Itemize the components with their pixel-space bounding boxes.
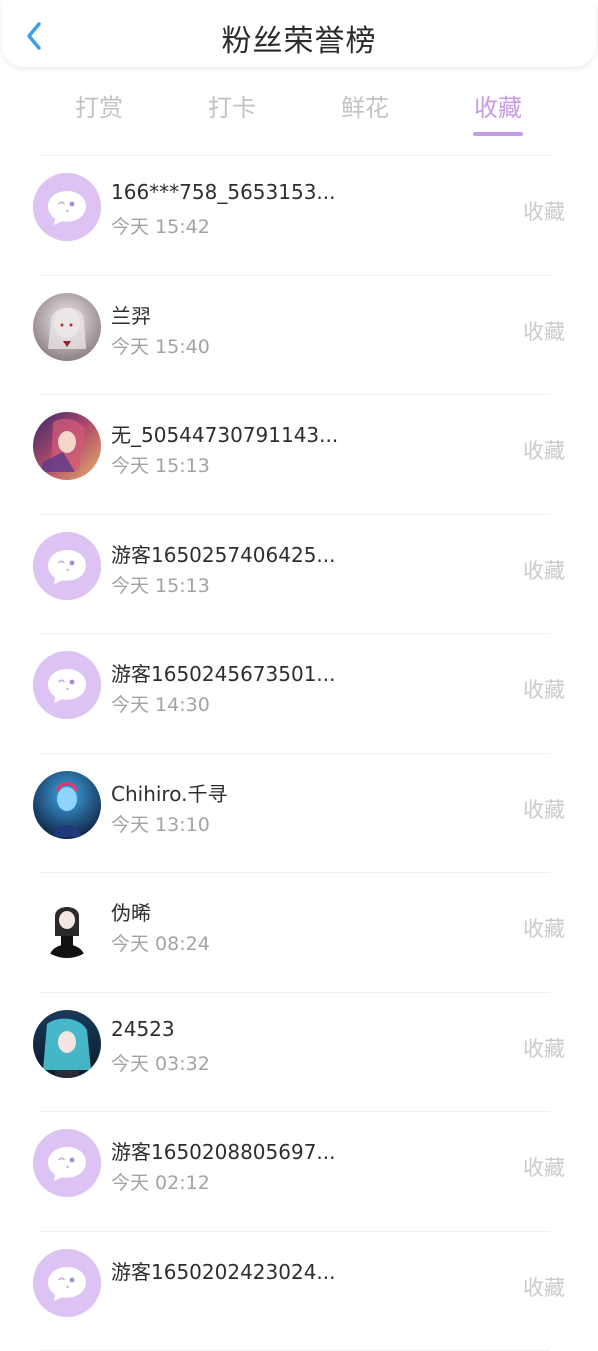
avatar[interactable] — [33, 890, 101, 958]
list-item[interactable]: 兰羿今天 15:40 收藏 — [0, 276, 598, 396]
list-item[interactable]: 24523 今天 03:32 收藏 — [0, 993, 598, 1113]
anime-fantasy-avatar — [33, 412, 101, 480]
timestamp: 今天 08:24 — [111, 929, 210, 956]
anime-teal-hair-avatar — [33, 1010, 101, 1078]
timestamp: 今天 02:12 — [111, 1168, 210, 1195]
timestamp: 今天 15:13 — [111, 571, 210, 598]
fan-list: 166***758_5653153...今天 15:42收藏兰羿今天 15:40… — [0, 156, 598, 1351]
avatar[interactable] — [33, 771, 101, 839]
avatar[interactable] — [33, 173, 101, 241]
timestamp: 今天 13:10 — [111, 810, 210, 837]
timestamp: 今天 03:32 — [111, 1049, 210, 1076]
timestamp: 今天 15:40 — [111, 332, 210, 359]
tab-bar: 打赏 打卡 鲜花 收藏 — [0, 82, 598, 138]
list-item[interactable]: Chihiro.千寻今天 13:10 收藏 — [0, 754, 598, 874]
default-chat-avatar — [33, 1129, 101, 1197]
favorite-label: 收藏 — [523, 1152, 565, 1182]
user-name: 游客1650208805697... — [111, 1136, 441, 1165]
favorite-label: 收藏 — [523, 555, 565, 585]
tab-reward[interactable]: 打赏 — [49, 88, 149, 123]
anime-white-hair-avatar — [33, 293, 101, 361]
timestamp: 今天 14:30 — [111, 690, 210, 717]
default-chat-avatar — [33, 532, 101, 600]
favorite-label: 收藏 — [523, 316, 565, 346]
tab-active-indicator — [473, 132, 523, 136]
user-name: 游客1650257406425... — [111, 539, 441, 568]
avatar[interactable] — [33, 412, 101, 480]
tab-favorites-label: 收藏 — [474, 94, 522, 122]
anime-blue-character-avatar — [33, 771, 101, 839]
avatar[interactable] — [33, 532, 101, 600]
list-item[interactable]: 游客1650202423024... 收藏 — [0, 1232, 598, 1351]
user-name: 伪晞 — [111, 897, 441, 926]
list-item[interactable]: 166***758_5653153... 今天 15:42 收藏 — [0, 156, 598, 276]
timestamp: 今天 15:42 — [111, 212, 210, 239]
list-item[interactable]: 伪晞今天 08:24 收藏 — [0, 873, 598, 993]
user-name: 无_50544730791143... — [111, 419, 441, 448]
user-name: Chihiro.千寻 — [111, 778, 441, 807]
favorite-label: 收藏 — [523, 913, 565, 943]
avatar[interactable] — [33, 651, 101, 719]
favorite-label: 收藏 — [523, 1033, 565, 1063]
favorite-label: 收藏 — [523, 196, 565, 226]
girl-in-black-avatar — [33, 890, 101, 958]
default-chat-avatar — [33, 1249, 101, 1317]
timestamp: 今天 15:13 — [111, 451, 210, 478]
user-name: 24523 — [111, 1017, 441, 1041]
favorite-label: 收藏 — [523, 435, 565, 465]
tab-checkin[interactable]: 打卡 — [182, 88, 282, 123]
list-item[interactable]: 游客1650257406425... 今天 15:13 收藏 — [0, 515, 598, 635]
tab-flowers[interactable]: 鲜花 — [315, 88, 415, 123]
avatar[interactable] — [33, 1010, 101, 1078]
user-name: 兰羿 — [111, 300, 441, 329]
list-item[interactable]: 游客1650208805697... 今天 02:12 收藏 — [0, 1112, 598, 1232]
default-chat-avatar — [33, 173, 101, 241]
page-title: 粉丝荣誉榜 — [2, 16, 596, 60]
header-bar: 粉丝荣誉榜 — [2, 0, 596, 67]
avatar[interactable] — [33, 1129, 101, 1197]
favorite-label: 收藏 — [523, 674, 565, 704]
user-name: 游客1650202423024... — [111, 1256, 441, 1285]
tab-favorites[interactable]: 收藏 — [448, 88, 548, 123]
default-chat-avatar — [33, 651, 101, 719]
avatar[interactable] — [33, 1249, 101, 1317]
user-name: 游客1650245673501... — [111, 658, 441, 687]
avatar[interactable] — [33, 293, 101, 361]
list-item[interactable]: 无_50544730791143... 今天 15:13 收藏 — [0, 395, 598, 515]
user-name: 166***758_5653153... — [111, 180, 441, 204]
favorite-label: 收藏 — [523, 1272, 565, 1302]
favorite-label: 收藏 — [523, 794, 565, 824]
list-item[interactable]: 游客1650245673501... 今天 14:30 收藏 — [0, 634, 598, 754]
